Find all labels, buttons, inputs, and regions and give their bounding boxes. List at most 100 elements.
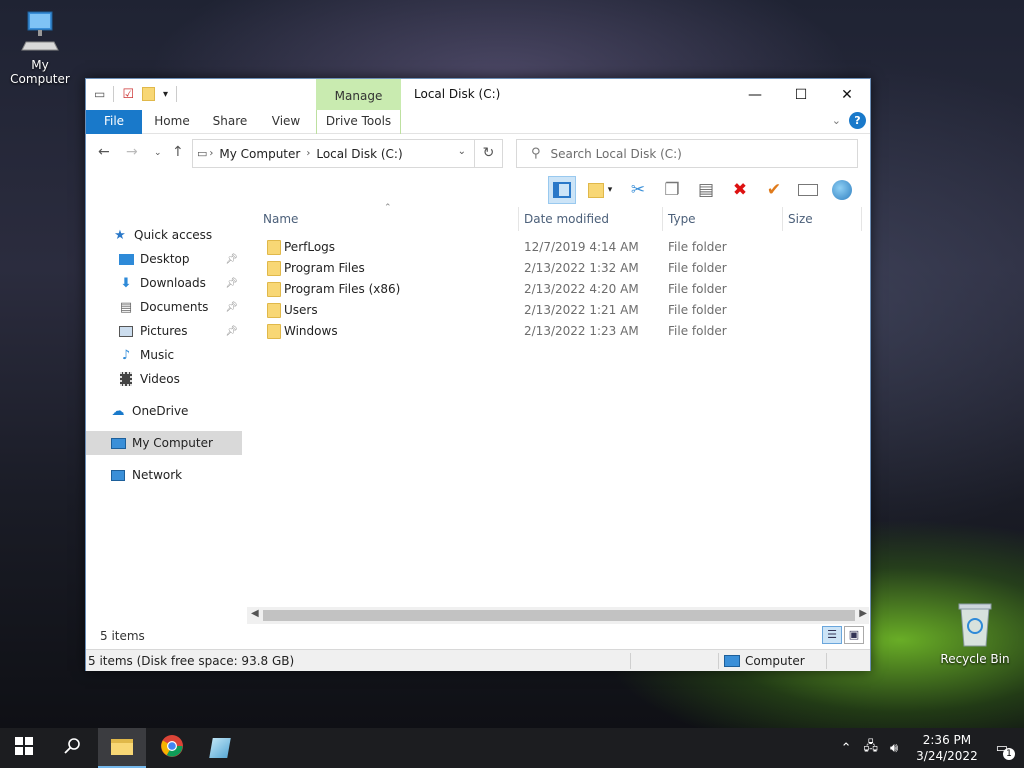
chevron-right-icon[interactable]: ▶ <box>859 608 867 619</box>
nav-item-downloads[interactable]: ⬇ Downloads 📌︎ <box>86 271 242 295</box>
manage-tab-group[interactable]: Manage <box>316 79 401 110</box>
nav-item-pictures[interactable]: Pictures 📌︎ <box>86 319 242 343</box>
file-name: Windows <box>284 324 338 338</box>
ribbon-tabs: File Home Share View Drive Tools <box>86 110 870 134</box>
tab-home[interactable]: Home <box>148 110 196 134</box>
pin-icon[interactable]: 📌︎ <box>225 278 238 289</box>
breadcrumb-local-disk[interactable]: Local Disk (C:) <box>316 147 402 161</box>
address-bar[interactable]: ▭ › My Computer › Local Disk (C:) ⌄ ↻ <box>192 139 503 168</box>
file-row[interactable]: PerfLogs 12/7/2019 4:14 AM File folder <box>246 237 866 258</box>
recent-locations-button[interactable]: ⌄ <box>154 148 162 158</box>
chevron-right-icon[interactable]: › <box>209 148 213 159</box>
column-date-modified[interactable]: Date modified <box>524 212 609 226</box>
taskbar-chrome[interactable] <box>148 728 196 768</box>
window-title: Local Disk (C:) <box>414 87 501 101</box>
drive-icon: ▭ <box>197 147 208 160</box>
large-icons-view-button[interactable]: ▣ <box>844 626 864 644</box>
volume-icon[interactable]: 🔊︎ <box>890 741 898 756</box>
desktop-icon-recycle-bin[interactable]: Recycle Bin <box>935 602 1015 666</box>
file-row[interactable]: Program Files (x86) 2/13/2022 4:20 AM Fi… <box>246 279 866 300</box>
nav-item-desktop[interactable]: Desktop 📌︎ <box>86 247 242 271</box>
nav-item-label: Documents <box>140 300 209 314</box>
up-button[interactable]: ↑ <box>172 144 184 160</box>
search-input[interactable]: Search Local Disk (C:) <box>551 147 682 161</box>
chevron-down-icon[interactable]: ⌄ <box>832 114 841 127</box>
maximize-button[interactable]: ☐ <box>778 79 824 110</box>
nav-item-music[interactable]: ♪ Music <box>86 343 242 367</box>
taskbar-file-explorer[interactable] <box>98 728 146 768</box>
pin-icon[interactable]: 📌︎ <box>225 326 238 337</box>
clock[interactable]: 2:36 PM 3/24/2022 <box>916 732 978 764</box>
web-button[interactable] <box>828 176 856 204</box>
tab-share[interactable]: Share <box>206 110 254 134</box>
column-header: ⌃ Name Date modified Type Size <box>246 203 866 231</box>
navigation-bar: ← → ⌄ ↑ ▭ › My Computer › Local Disk (C:… <box>86 135 870 171</box>
chevron-left-icon[interactable]: ◀ <box>251 608 259 619</box>
horizontal-scrollbar[interactable]: ◀ ▶ <box>247 607 869 624</box>
nav-item-label: Pictures <box>140 324 188 338</box>
explorer-window[interactable]: ▭ ☑ ▾ Manage Local Disk (C:) — ☐ ✕ File … <box>85 78 871 671</box>
computer-icon <box>724 655 740 667</box>
nav-item-network[interactable]: Network <box>86 463 242 487</box>
chevron-up-icon[interactable]: ⌃ <box>841 741 852 756</box>
start-button[interactable] <box>0 728 48 768</box>
nav-item-documents[interactable]: ▤ Documents 📌︎ <box>86 295 242 319</box>
tab-file[interactable]: File <box>86 110 142 134</box>
computer-icon <box>110 435 126 451</box>
app-icon <box>209 738 231 758</box>
forward-button[interactable]: → <box>126 144 138 160</box>
column-name[interactable]: Name <box>263 212 298 226</box>
chevron-down-icon[interactable]: ▾ <box>163 89 168 100</box>
new-folder-button[interactable]: ▾ <box>582 176 618 204</box>
help-button[interactable]: ? <box>849 112 866 129</box>
rename-button[interactable] <box>794 176 822 204</box>
recycle-bin-icon <box>955 602 995 648</box>
new-folder-icon[interactable] <box>142 87 155 101</box>
search-box[interactable]: ⚲ Search Local Disk (C:) <box>516 139 858 168</box>
properties-icon[interactable]: ☑ <box>122 87 134 102</box>
search-button[interactable] <box>48 728 96 768</box>
taskbar-app[interactable] <box>196 728 244 768</box>
cloud-icon: ☁ <box>111 403 125 419</box>
navigation-pane-button[interactable] <box>548 176 576 204</box>
nav-item-videos[interactable]: Videos <box>86 367 242 391</box>
file-type: File folder <box>668 240 727 254</box>
notification-icon[interactable]: ▭ 1 <box>996 741 1015 760</box>
nav-item-my-computer[interactable]: My Computer <box>86 431 242 455</box>
column-type[interactable]: Type <box>668 212 696 226</box>
nav-item-onedrive[interactable]: ☁ OneDrive <box>86 399 242 423</box>
pin-icon[interactable]: 📌︎ <box>225 302 238 313</box>
chevron-down-icon[interactable]: ⌄ <box>458 146 466 157</box>
back-button[interactable]: ← <box>98 144 110 160</box>
delete-button[interactable]: ✖ <box>726 176 754 204</box>
close-button[interactable]: ✕ <box>824 79 870 110</box>
minimize-button[interactable]: — <box>732 79 778 110</box>
folder-icon <box>267 261 281 276</box>
file-row[interactable]: Users 2/13/2022 1:21 AM File folder <box>246 300 866 321</box>
sort-ascending-icon: ⌃ <box>384 203 392 213</box>
refresh-button[interactable]: ↻ <box>474 140 502 167</box>
details-view-button[interactable]: ☰ <box>822 626 842 644</box>
title-bar[interactable]: ▭ ☑ ▾ Manage Local Disk (C:) — ☐ ✕ <box>86 79 870 110</box>
paste-button[interactable]: ▤ <box>692 176 720 204</box>
scrollbar-thumb[interactable] <box>263 610 855 621</box>
network-icon[interactable]: 🖧︎ <box>863 737 878 759</box>
folder-icon <box>267 303 281 318</box>
view-switcher: ☰ ▣ <box>822 626 864 644</box>
column-size[interactable]: Size <box>788 212 813 226</box>
chevron-right-icon[interactable]: › <box>306 148 310 159</box>
confirm-button[interactable]: ✔ <box>760 176 788 204</box>
file-row[interactable]: Program Files 2/13/2022 1:32 AM File fol… <box>246 258 866 279</box>
desktop-icon-my-computer[interactable]: My Computer <box>0 10 80 86</box>
nav-item-quick-access[interactable]: ★ Quick access <box>86 223 242 247</box>
drive-icon: ▭ <box>94 87 106 101</box>
cut-button[interactable]: ✂ <box>624 176 652 204</box>
copy-button[interactable]: ❐ <box>658 176 686 204</box>
pin-icon[interactable]: 📌︎ <box>225 254 238 265</box>
nav-item-label: Desktop <box>140 252 190 266</box>
tab-drive-tools[interactable]: Drive Tools <box>316 110 401 134</box>
breadcrumb-my-computer[interactable]: My Computer <box>219 147 300 161</box>
file-row[interactable]: Windows 2/13/2022 1:23 AM File folder <box>246 321 866 342</box>
tab-view[interactable]: View <box>262 110 310 134</box>
delete-icon: ✖ <box>732 180 748 200</box>
